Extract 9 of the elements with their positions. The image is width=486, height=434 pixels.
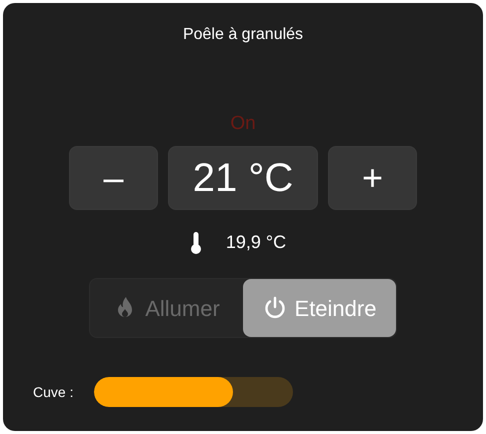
tank-label: Cuve : [33,382,74,402]
current-temperature: 19,9 °C [226,231,286,254]
status-text: On [230,112,256,136]
thermometer-icon [190,230,202,254]
setpoint-value: 21 °C [168,146,318,210]
decrease-button[interactable]: – [69,146,158,210]
increase-button[interactable]: + [328,146,417,210]
power-icon [262,296,287,320]
card-title: Poêle à granulés [182,25,304,45]
